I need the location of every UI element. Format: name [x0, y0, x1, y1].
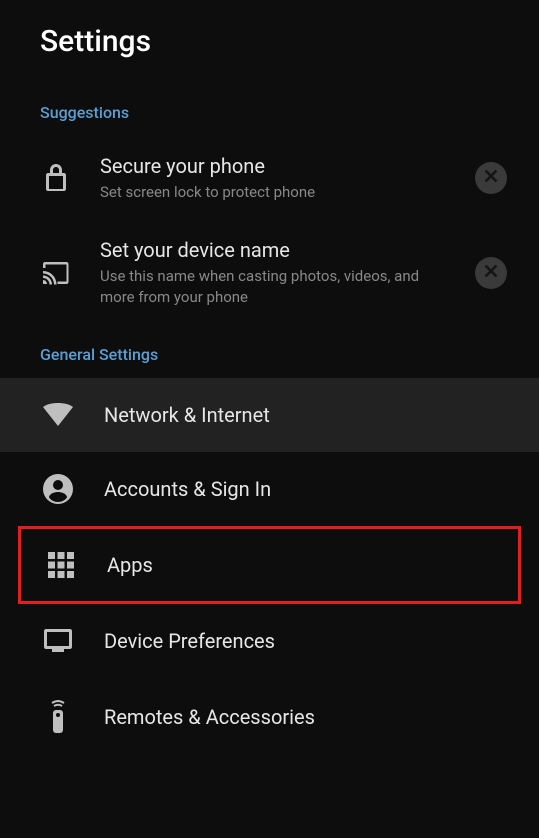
settings-item-remotes[interactable]: Remotes & Accessories — [0, 678, 539, 756]
tv-icon — [42, 628, 74, 654]
settings-item-accounts[interactable]: Accounts & Sign In — [0, 452, 539, 526]
suggestion-title: Secure your phone — [100, 154, 445, 178]
settings-item-network[interactable]: Network & Internet — [0, 378, 539, 452]
close-icon — [483, 168, 499, 188]
settings-header: Settings — [0, 0, 539, 83]
settings-item-apps[interactable]: Apps — [18, 526, 521, 604]
settings-item-label: Remotes & Accessories — [104, 705, 315, 729]
settings-item-label: Device Preferences — [104, 629, 275, 653]
cast-icon — [42, 261, 70, 285]
settings-item-label: Apps — [107, 553, 153, 577]
suggestion-device-name[interactable]: Set your device name Use this name when … — [0, 220, 539, 325]
general-settings-header: General Settings — [0, 325, 539, 378]
settings-item-label: Accounts & Sign In — [104, 477, 271, 501]
dismiss-button[interactable] — [475, 162, 507, 194]
settings-item-device-preferences[interactable]: Device Preferences — [0, 604, 539, 678]
suggestion-content: Set your device name Use this name when … — [100, 238, 445, 307]
suggestion-title: Set your device name — [100, 238, 445, 262]
suggestions-header: Suggestions — [0, 83, 539, 136]
account-icon — [42, 474, 74, 504]
suggestion-content: Secure your phone Set screen lock to pro… — [100, 154, 445, 202]
wifi-icon — [42, 403, 74, 427]
suggestion-secure-phone[interactable]: Secure your phone Set screen lock to pro… — [0, 136, 539, 220]
dismiss-button[interactable] — [475, 257, 507, 289]
settings-item-label: Network & Internet — [104, 403, 270, 427]
suggestion-description: Use this name when casting photos, video… — [100, 266, 445, 307]
page-title: Settings — [40, 24, 499, 59]
suggestion-description: Set screen lock to protect phone — [100, 182, 445, 202]
remote-icon — [42, 700, 74, 734]
lock-icon — [42, 163, 70, 193]
close-icon — [483, 263, 499, 283]
apps-grid-icon — [45, 551, 77, 579]
